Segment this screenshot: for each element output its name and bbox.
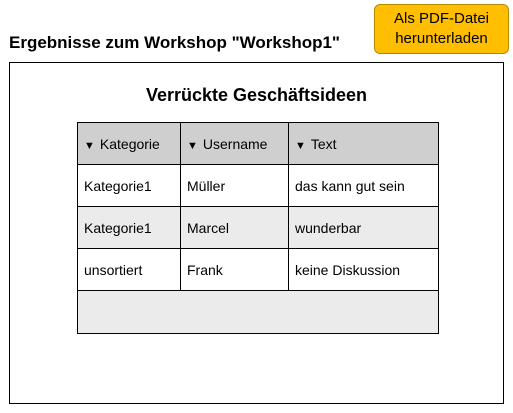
cell-kategorie: Kategorie1: [77, 206, 181, 249]
table-row: Kategorie1 Müller das kann gut sein: [77, 164, 439, 207]
cell-text: das kann gut sein: [288, 164, 439, 207]
empty-table-row: [77, 290, 439, 334]
download-pdf-button[interactable]: Als PDF-Datei herunterladen: [374, 4, 509, 54]
page-title: Ergebnisse zum Workshop "Workshop1": [9, 33, 340, 52]
table-row: Kategorie1 Marcel wunderbar: [77, 206, 439, 249]
results-panel: Verrückte Geschäftsideen ▼ Kategorie ▼ Use…: [9, 62, 504, 404]
column-header-username[interactable]: ▼ Username: [180, 122, 289, 165]
download-pdf-label-line1: Als PDF-Datei: [393, 10, 490, 27]
cell-username: Marcel: [180, 206, 289, 249]
table-row: unsortiert Frank keine Diskussion: [77, 248, 439, 291]
empty-cell: [77, 290, 439, 334]
column-header-kategorie[interactable]: ▼ Kategorie: [77, 122, 181, 165]
download-pdf-label-line2: herunterladen: [395, 30, 488, 47]
cell-text: keine Diskussion: [288, 248, 439, 291]
sort-down-icon: ▼: [295, 139, 306, 152]
results-page: Ergebnisse zum Workshop "Workshop1" Als …: [0, 0, 513, 413]
sort-down-icon: ▼: [84, 139, 95, 152]
column-header-label: Kategorie: [99, 135, 160, 152]
column-header-label: Text: [310, 135, 337, 152]
cell-username: Müller: [180, 164, 289, 207]
cell-kategorie: Kategorie1: [77, 164, 181, 207]
cell-username: Frank: [180, 248, 289, 291]
column-header-text[interactable]: ▼ Text: [288, 122, 439, 165]
cell-kategorie: unsortiert: [77, 248, 181, 291]
table-header-row: ▼ Kategorie ▼ Username ▼ Text: [77, 122, 439, 165]
workshop-question-title: Verrückte Geschäftsideen: [145, 85, 368, 105]
sort-down-icon: ▼: [187, 139, 198, 152]
results-table: ▼ Kategorie ▼ Username ▼ Text Kategorie1 Mü…: [77, 122, 439, 334]
column-header-label: Username: [202, 135, 268, 152]
cell-text: wunderbar: [288, 206, 439, 249]
